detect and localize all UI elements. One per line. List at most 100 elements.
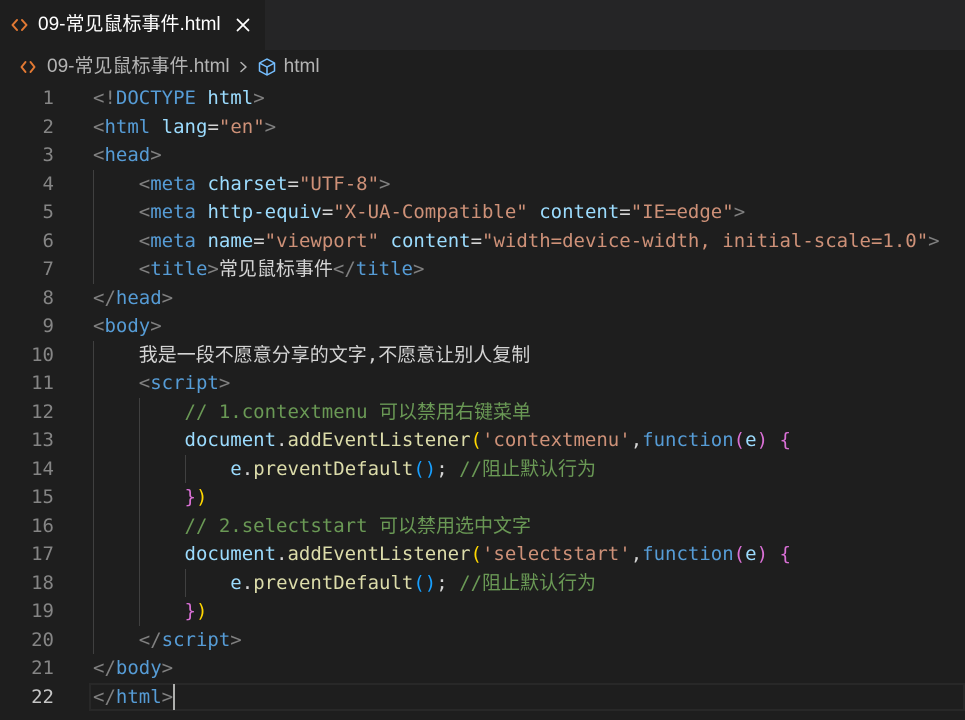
- code-text[interactable]: </html>: [93, 683, 176, 712]
- code-text[interactable]: <meta name="viewport" content="width=dev…: [93, 226, 940, 255]
- html-file-icon: [20, 60, 36, 74]
- code-token: (: [470, 429, 482, 451]
- code-text[interactable]: <!DOCTYPE html>: [93, 84, 265, 113]
- indent-guide: [93, 597, 94, 626]
- code-token: meta: [150, 229, 196, 252]
- code-text[interactable]: e.preventDefault(); //阻止默认行为: [93, 454, 596, 483]
- code-line[interactable]: 1 <!DOCTYPE html>: [0, 84, 965, 113]
- code-token: >: [161, 685, 174, 708]
- code-token: // 1.contextmenu 可以禁用右键菜单: [184, 400, 531, 423]
- code-line[interactable]: 21 </body>: [0, 654, 965, 683]
- line-number: 9: [42, 315, 54, 337]
- code-editor[interactable]: 1 <!DOCTYPE html> 2 <html lang="en"> 3 <head>…: [0, 84, 965, 720]
- code-text[interactable]: <meta http-equiv="X-UA-Compatible" conte…: [93, 198, 745, 227]
- code-text[interactable]: </head>: [93, 284, 173, 313]
- code-token: e: [230, 457, 242, 480]
- indent-guide: [138, 511, 140, 540]
- code-line[interactable]: 14 e.preventDefault(); //阻止默认行为: [0, 454, 965, 483]
- indent-guide: [93, 198, 94, 227]
- code-text[interactable]: </body>: [93, 654, 173, 683]
- code-token: </: [138, 628, 162, 651]
- code-text[interactable]: // 1.contextmenu 可以禁用右键菜单: [93, 397, 531, 426]
- code-line[interactable]: 5 <meta http-equiv="X-UA-Compatible" con…: [0, 198, 965, 227]
- breadcrumb-file[interactable]: 09-常见鼠标事件.html: [47, 50, 230, 84]
- indent-guide: [93, 397, 94, 426]
- code-line[interactable]: 20 </script>: [0, 625, 965, 654]
- code-token: meta: [150, 172, 196, 195]
- code-text[interactable]: <title>常见鼠标事件</title>: [93, 255, 424, 284]
- code-text[interactable]: }): [93, 483, 207, 512]
- code-text[interactable]: document.addEventListener('contextmenu',…: [93, 426, 791, 455]
- code-line[interactable]: 2 <html lang="en">: [0, 113, 965, 142]
- code-token: html: [115, 685, 162, 708]
- code-text[interactable]: <script>: [93, 369, 230, 398]
- code-token: >: [253, 87, 265, 109]
- code-text[interactable]: }): [93, 597, 207, 626]
- code-token: meta: [150, 201, 196, 223]
- code-token: <: [93, 144, 105, 166]
- code-text[interactable]: e.preventDefault(); //阻止默认行为: [93, 568, 596, 597]
- code-text[interactable]: <html lang="en">: [93, 113, 276, 142]
- code-line[interactable]: 6 <meta name="viewport" content="width=d…: [0, 226, 965, 255]
- code-token: script: [161, 628, 231, 651]
- code-token: .: [276, 543, 288, 565]
- line-number: 15: [31, 486, 54, 508]
- code-token: html: [104, 115, 151, 138]
- editor-tab-bar: 09-常见鼠标事件.html: [0, 0, 965, 50]
- code-token: content: [390, 229, 471, 252]
- code-line[interactable]: 15 }): [0, 483, 965, 512]
- code-line[interactable]: 18 e.preventDefault(); //阻止默认行为: [0, 568, 965, 597]
- code-token: preventDefault: [253, 457, 414, 480]
- tab-active-file[interactable]: 09-常见鼠标事件.html: [0, 0, 265, 50]
- code-token: =: [619, 201, 631, 223]
- indent-guide: [93, 369, 94, 398]
- code-text[interactable]: 我是一段不愿意分享的文字,不愿意让别人复制: [93, 340, 530, 369]
- code-line[interactable]: 13 document.addEventListener('contextmen…: [0, 426, 965, 455]
- indent-guide: [93, 340, 94, 369]
- code-line[interactable]: 9 <body>: [0, 312, 965, 341]
- code-text[interactable]: <head>: [93, 141, 162, 170]
- code-token: "width=device-width, initial-scale=1.0": [482, 229, 929, 252]
- code-token: >: [264, 115, 277, 138]
- line-number: 20: [31, 628, 54, 651]
- code-token: ): [195, 600, 208, 622]
- code-token: .: [241, 457, 254, 480]
- code-line[interactable]: 10 我是一段不愿意分享的文字,不愿意让别人复制: [0, 340, 965, 369]
- line-number: 21: [31, 657, 54, 679]
- line-number: 6: [42, 229, 54, 252]
- code-token: =: [207, 115, 219, 138]
- code-line[interactable]: 17 document.addEventListener('selectstar…: [0, 540, 965, 569]
- code-text[interactable]: <body>: [93, 312, 162, 341]
- code-token: addEventListener: [287, 429, 471, 451]
- code-line[interactable]: 16 // 2.selectstart 可以禁用选中文字: [0, 511, 965, 540]
- code-line[interactable]: 12 // 1.contextmenu 可以禁用右键菜单: [0, 397, 965, 426]
- code-text[interactable]: document.addEventListener('selectstart',…: [93, 540, 791, 569]
- code-token: .: [241, 571, 254, 594]
- html-file-icon: [11, 18, 28, 32]
- indent-guide: [93, 169, 94, 198]
- code-text[interactable]: <meta charset="UTF-8">: [93, 169, 391, 198]
- code-line[interactable]: 19 }): [0, 597, 965, 626]
- code-line[interactable]: 3 <head>: [0, 141, 965, 170]
- code-text[interactable]: // 2.selectstart 可以禁用选中文字: [93, 511, 531, 540]
- code-line[interactable]: 7 <title>常见鼠标事件</title>: [0, 255, 965, 284]
- code-text[interactable]: </script>: [93, 625, 242, 654]
- indent-guide: [138, 540, 140, 569]
- code-line[interactable]: 11 <script>: [0, 369, 965, 398]
- code-token: head: [115, 286, 162, 309]
- code-line[interactable]: 22 </html>: [0, 682, 965, 712]
- code-token: >: [207, 258, 219, 280]
- code-token: .: [276, 429, 288, 451]
- code-line[interactable]: 4 <meta charset="UTF-8">: [0, 169, 965, 198]
- code-line[interactable]: 8 </head>: [0, 284, 965, 313]
- indent-guide: [138, 397, 140, 426]
- code-token: {: [779, 429, 791, 451]
- breadcrumb-symbol[interactable]: html: [284, 50, 320, 84]
- indent-guide: [184, 568, 186, 597]
- close-icon[interactable]: [235, 17, 251, 33]
